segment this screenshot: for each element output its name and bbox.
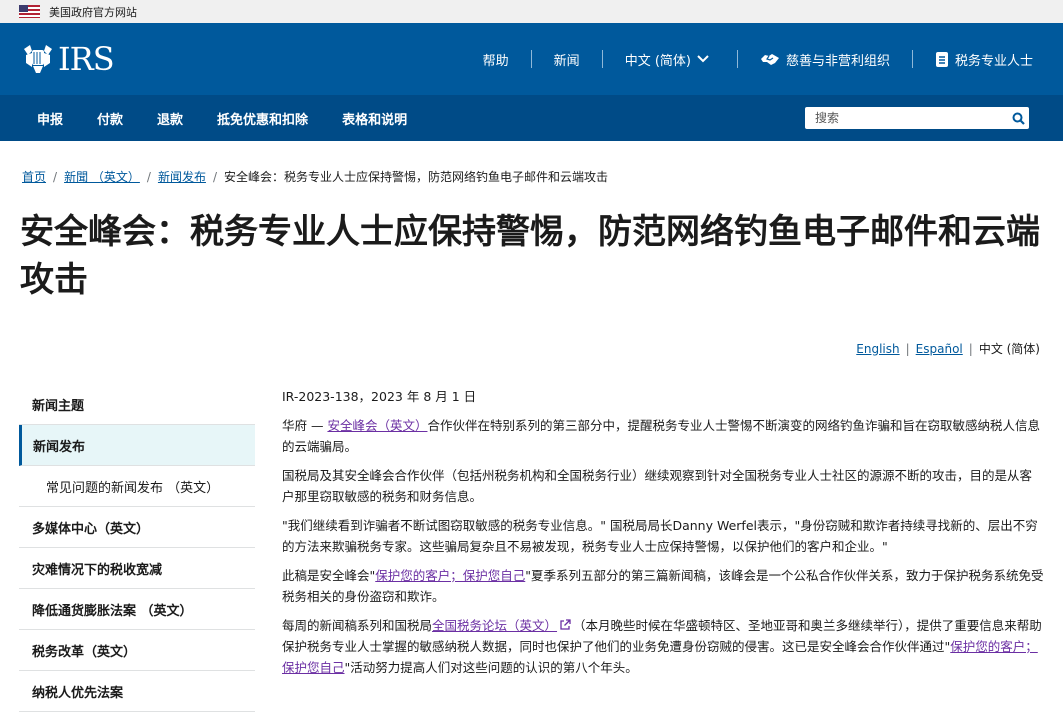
main-nav: 申报 付款 退款 抵免优惠和扣除 表格和说明 <box>0 95 1063 141</box>
lang-current: 中文 (简体) <box>978 342 1040 356</box>
document-icon <box>935 51 948 67</box>
sidebar-item-multimedia[interactable]: 多媒体中心（英文） <box>19 507 255 548</box>
sidebar-item-inflation-act[interactable]: 降低通货膨胀法案 （英文） <box>19 589 255 630</box>
nav-item-forms-instructions[interactable]: 表格和说明 <box>325 109 424 128</box>
article-paragraph: 每周的新闻稿系列和国税局全国税务论坛（英文） （本月晚些时候在华盛顿特区、圣地亚哥… <box>282 615 1044 678</box>
breadcrumb-home[interactable]: 首页 <box>22 168 46 185</box>
lang-separator: | <box>905 341 910 356</box>
lang-separator: | <box>968 341 973 356</box>
p5-prefix: 每周的新闻稿系列和国税局 <box>282 618 433 633</box>
nav-item-pay[interactable]: 付款 <box>80 109 140 128</box>
article-paragraph: 华府 — 安全峰会（英文）合作伙伴在特别系列的第三部分中，提醒税务专业人士警惕不… <box>282 415 1044 457</box>
util-link-help[interactable]: 帮助 <box>461 50 532 69</box>
nav-item-file[interactable]: 申报 <box>20 109 80 128</box>
eagle-icon <box>24 45 52 73</box>
article-paragraph: "我们继续看到诈骗者不断试图窃取敏感的税务专业信息。" 国税局局长Danny W… <box>282 518 1038 554</box>
lang-link-english[interactable]: English <box>856 342 899 356</box>
us-flag-icon <box>19 5 40 18</box>
sidebar-item-taxpayer-first[interactable]: 纳税人优先法案 <box>19 671 255 712</box>
gov-banner: 美国政府官方网站 <box>0 0 1063 23</box>
sidebar-item-disaster-relief[interactable]: 灾难情况下的税收宽减 <box>19 548 255 589</box>
lang-link-spanish[interactable]: Español <box>916 342 963 356</box>
util-link-news[interactable]: 新闻 <box>532 50 603 69</box>
irs-logo[interactable]: IRS <box>20 40 115 78</box>
nav-item-refunds[interactable]: 退款 <box>140 109 200 128</box>
breadcrumb-separator: / <box>53 169 58 184</box>
search-input[interactable] <box>815 111 1007 125</box>
breadcrumb: 首页 / 新聞 （英文） / 新闻发布 / 安全峰会：税务专业人士应保持警惕，防… <box>22 168 608 185</box>
util-link-tax-pros[interactable]: 税务专业人士 <box>913 50 1043 69</box>
page-title: 安全峰会：税务专业人士应保持警惕，防范网络钓鱼电子邮件和云端攻击 <box>20 212 1040 300</box>
logo-text: IRS <box>58 40 115 78</box>
breadcrumb-news[interactable]: 新聞 （英文） <box>64 168 140 185</box>
sidebar-nav: 新闻主题 新闻发布 常见问题的新闻发布 （英文） 多媒体中心（英文） 灾难情况下… <box>19 384 255 712</box>
sidebar-item-news-topics[interactable]: 新闻主题 <box>19 384 255 425</box>
external-link-icon <box>560 619 571 630</box>
utility-nav: 帮助 新闻 中文 (简体) 慈善与非营利组织 税务专业人士 <box>461 23 1043 95</box>
sidebar-item-faq-releases[interactable]: 常见问题的新闻发布 （英文） <box>19 466 255 507</box>
breadcrumb-separator: / <box>146 169 151 184</box>
security-summit-link[interactable]: 安全峰会（英文） <box>327 418 427 433</box>
article-dateline: IR-2023-138，2023 年 8 月 1 日 <box>282 389 477 404</box>
article-paragraph: 此稿是安全峰会"保护您的客户；保护您自己"夏季系列五部分的第三篇新闻稿，该峰会是… <box>282 565 1044 607</box>
breadcrumb-separator: / <box>212 169 217 184</box>
search-button[interactable] <box>1007 112 1029 125</box>
p1-prefix: 华府 — <box>282 418 328 433</box>
util-link-charities-label: 慈善与非营利组织 <box>785 53 890 69</box>
search-box <box>805 107 1029 129</box>
sidebar-item-news-releases[interactable]: 新闻发布 <box>19 425 255 466</box>
article-paragraph: 国税局及其安全峰会合作伙伴（包括州税务机构和全国税务行业）继续观察到针对全国税务… <box>282 468 1033 504</box>
protect-clients-link[interactable]: 保护您的客户；保护您自己 <box>375 568 525 583</box>
gov-banner-text: 美国政府官方网站 <box>49 5 137 19</box>
language-dropdown[interactable]: 中文 (简体) <box>603 50 738 69</box>
article-content: IR-2023-138，2023 年 8 月 1 日 华府 — 安全峰会（英文）… <box>282 386 1044 686</box>
breadcrumb-news-releases[interactable]: 新闻发布 <box>158 168 206 185</box>
util-link-tax-pros-label: 税务专业人士 <box>954 53 1033 69</box>
util-link-charities[interactable]: 慈善与非营利组织 <box>738 50 913 69</box>
search-icon <box>1012 112 1025 125</box>
tax-forum-link[interactable]: 全国税务论坛（英文） <box>432 618 557 633</box>
chevron-down-icon <box>697 55 709 63</box>
breadcrumb-current: 安全峰会：税务专业人士应保持警惕，防范网络钓鱼电子邮件和云端攻击 <box>224 170 609 184</box>
handshake-icon <box>760 54 779 65</box>
sidebar-item-tax-reform[interactable]: 税务改革（英文） <box>19 630 255 671</box>
nav-item-credits-deductions[interactable]: 抵免优惠和扣除 <box>200 109 325 128</box>
language-switch: English | Español | 中文 (简体) <box>856 340 1040 357</box>
language-dropdown-label: 中文 (简体) <box>624 53 691 69</box>
p4-prefix: 此稿是安全峰会" <box>282 568 376 583</box>
p5-end: "活动努力提高人们对这些问题的认识的第八个年头。 <box>344 660 638 675</box>
site-header: IRS 帮助 新闻 中文 (简体) 慈善与非营利组织 税务专业人士 <box>0 23 1063 95</box>
